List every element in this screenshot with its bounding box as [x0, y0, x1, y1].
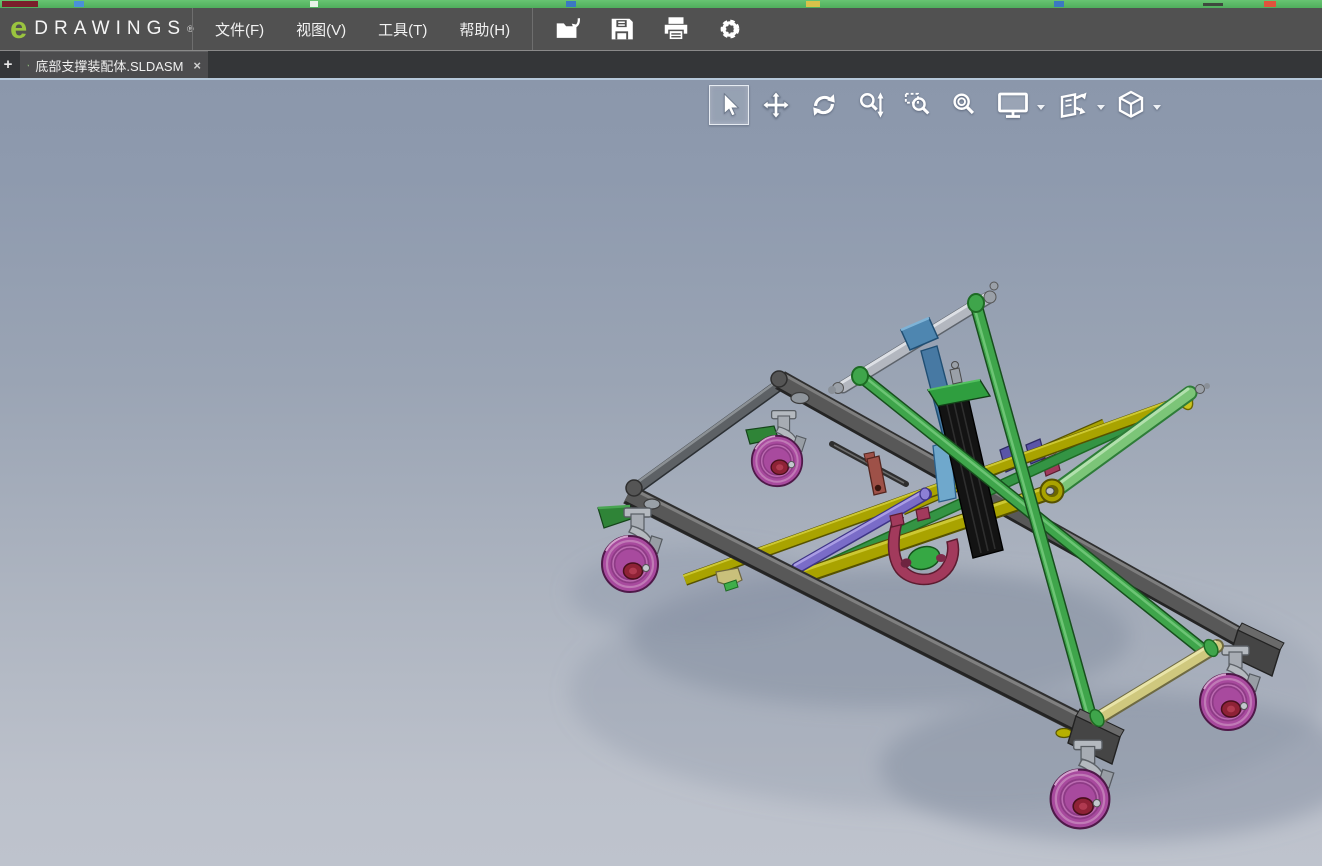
caster-wheel-mid-left: [752, 411, 806, 487]
document-tab[interactable]: 底部支撑装配体.SLDASM ×: [20, 51, 208, 78]
desktop-icon-fragment: [310, 1, 318, 7]
view-orientation-dropdown-caret[interactable]: [1153, 104, 1161, 110]
zoom-window-icon: [904, 92, 930, 115]
full-screen-button[interactable]: [995, 85, 1031, 125]
reset-view-button[interactable]: [1055, 85, 1091, 125]
tab-bar: + 底部支撑装配体.SLDASM ×: [0, 51, 1322, 78]
rotate-tool-button[interactable]: [809, 85, 839, 125]
desktop-icon-fragment: [1264, 1, 1276, 7]
new-tab-button[interactable]: +: [0, 51, 16, 78]
zoom-tool-button[interactable]: [857, 85, 887, 125]
tab-title: 底部支撑装配体.SLDASM: [35, 58, 184, 74]
edrawings-window: e DRAWINGS ® 文件(F) 视图(V) 工具(T) 帮助(H) + 底…: [0, 0, 1322, 866]
top-toolbar: [533, 14, 745, 44]
open-file-icon: [556, 18, 581, 38]
reset-view-dropdown-caret[interactable]: [1097, 104, 1105, 110]
desktop-icon-fragment: [2, 1, 38, 7]
menu-file[interactable]: 文件(F): [199, 8, 280, 50]
desktop-icon-fragment: [806, 1, 820, 7]
rotate-icon: [813, 94, 835, 116]
save-icon: [611, 18, 633, 40]
desktop-icon-fragment: [74, 1, 84, 7]
full-screen-dropdown-caret[interactable]: [1037, 104, 1045, 110]
arm-eye-ring: [851, 366, 869, 386]
print-button[interactable]: [661, 14, 691, 44]
model-3d-view[interactable]: [0, 80, 1322, 866]
logo-e: e: [10, 9, 28, 45]
view-toolbar: [709, 84, 1161, 126]
pan-tool-button[interactable]: [761, 85, 791, 125]
red-link: [863, 451, 887, 496]
tab-close-icon[interactable]: ×: [193, 58, 201, 73]
select-tool-button[interactable]: [709, 85, 749, 125]
settings-button[interactable]: [715, 14, 745, 44]
desktop-icon-fragment: [1203, 3, 1223, 6]
menu-items: 文件(F) 视图(V) 工具(T) 帮助(H): [192, 8, 534, 50]
pages-icon: [1060, 92, 1087, 118]
edrawings-logo: e DRAWINGS ®: [0, 8, 194, 50]
menu-tools[interactable]: 工具(T): [362, 8, 443, 50]
view-orientation-button[interactable]: [1115, 85, 1147, 125]
assembly-icon: [27, 64, 30, 66]
menu-bar: e DRAWINGS ® 文件(F) 视图(V) 工具(T) 帮助(H): [0, 8, 1322, 51]
monitor-icon: [998, 92, 1028, 118]
model-viewport[interactable]: [0, 78, 1322, 866]
menu-help[interactable]: 帮助(H): [443, 8, 526, 50]
save-button[interactable]: [607, 14, 637, 44]
pan-icon: [762, 91, 790, 119]
zoom-fit-tool-button[interactable]: [949, 85, 979, 125]
print-icon: [664, 17, 688, 41]
desktop-icon-fragment: [566, 1, 576, 7]
menu-view[interactable]: 视图(V): [280, 8, 362, 50]
open-file-button[interactable]: [553, 14, 583, 44]
logo-wordmark: DRAWINGS: [34, 18, 187, 39]
cube-icon: [1118, 90, 1144, 118]
desktop-background-strip: [0, 0, 1322, 8]
cursor-icon: [723, 92, 740, 117]
arm-eye-ring: [967, 293, 985, 313]
zoom-window-tool-button[interactable]: [903, 85, 933, 125]
desktop-icon-fragment: [1054, 1, 1064, 7]
zoom-icon: [860, 92, 884, 118]
zoom-fit-icon: [953, 93, 975, 115]
gear-icon: [720, 19, 740, 39]
